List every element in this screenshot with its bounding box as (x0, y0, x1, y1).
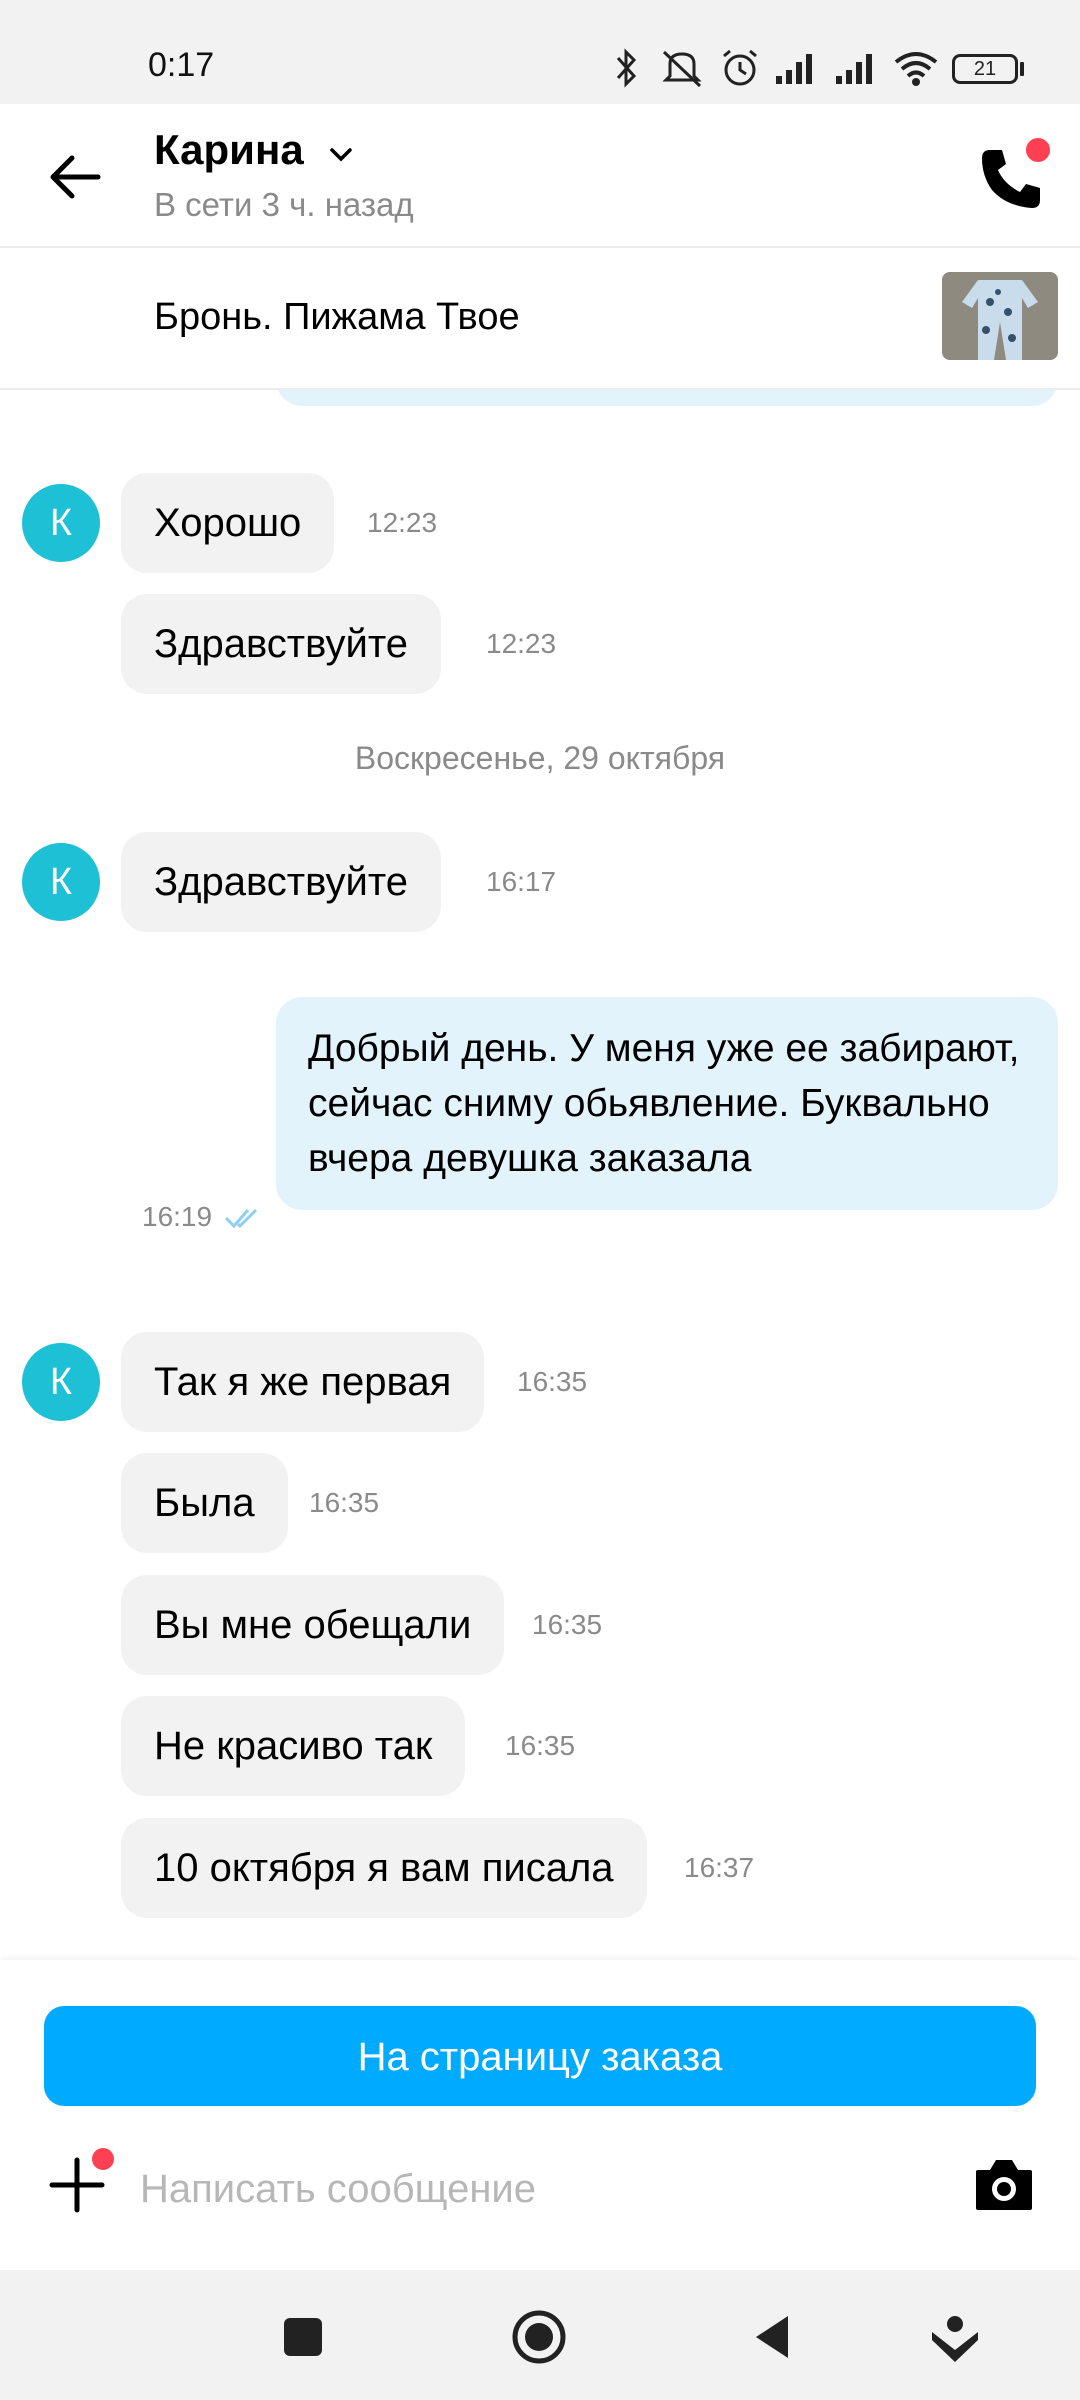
battery-level: 21 (973, 58, 997, 80)
outgoing-bubble-partial (276, 390, 1058, 406)
contact-status: В сети 3 ч. назад (154, 186, 414, 223)
status-time: 0:17 (148, 46, 215, 84)
incoming-message[interactable]: Здравствуйте (121, 594, 441, 694)
listing-thumbnail[interactable] (942, 272, 1058, 360)
message-time: 16:35 (532, 1609, 603, 1640)
date-separator: Воскресенье, 29 октября (354, 740, 726, 776)
status-bar: 0:17 21 (0, 0, 1080, 104)
signal-icon (836, 54, 872, 84)
message-input[interactable] (138, 2148, 942, 2230)
chat-header: Карина В сети 3 ч. назад (0, 104, 1080, 248)
camera-icon[interactable] (974, 2156, 1034, 2212)
signal-icon (776, 54, 812, 84)
composer-panel: На страницу заказа (0, 1960, 1080, 2270)
battery-icon: 21 (952, 54, 1018, 84)
outgoing-message[interactable]: Добрый день. У меня уже ее забирают, сей… (276, 997, 1058, 1210)
listing-bar[interactable]: Бронь. Пижама Твое (0, 248, 1080, 390)
incoming-message[interactable]: Так я же первая (121, 1332, 485, 1432)
contact-name[interactable]: Карина (154, 126, 304, 174)
mute-icon (662, 50, 702, 88)
battery-tip (1020, 62, 1024, 76)
message-time: 16:17 (486, 866, 557, 897)
wifi-icon (894, 52, 938, 86)
system-nav-bar (0, 2270, 1080, 2400)
message-time: 12:23 (486, 628, 557, 659)
message-time: 12:23 (367, 507, 438, 538)
home-icon[interactable] (508, 2306, 570, 2368)
incoming-message[interactable]: Здравствуйте (121, 832, 441, 932)
message-time: 16:37 (684, 1852, 755, 1883)
alarm-icon (723, 49, 757, 86)
chevron-down-icon[interactable] (328, 142, 354, 168)
back-icon[interactable] (744, 2306, 806, 2368)
bluetooth-icon (616, 48, 637, 88)
incoming-message[interactable]: Не красиво так (121, 1696, 466, 1796)
avatar[interactable]: К (22, 484, 100, 562)
avatar[interactable]: К (22, 1343, 100, 1421)
message-time: 16:35 (505, 1730, 576, 1761)
incoming-message[interactable]: 10 октября я вам писала (121, 1818, 647, 1918)
listing-title[interactable]: Бронь. Пижама Твое (154, 296, 520, 339)
incoming-message[interactable]: Хорошо (121, 473, 335, 573)
message-time: 16:35 (309, 1487, 380, 1518)
call-notification-dot (1026, 138, 1050, 162)
attach-notification-dot (92, 2148, 114, 2170)
assistant-icon[interactable] (924, 2306, 986, 2368)
recents-icon[interactable] (272, 2306, 334, 2368)
order-page-button[interactable]: На страницу заказа (44, 2006, 1036, 2106)
message-time: 16:35 (517, 1366, 588, 1397)
chat-area[interactable]: К Хорошо 12:23 Здравствуйте 12:23 Воскре… (0, 390, 1080, 1958)
arrow-left-icon[interactable] (42, 144, 108, 210)
avatar[interactable]: К (22, 843, 100, 921)
incoming-message[interactable]: Вы мне обещали (121, 1575, 505, 1675)
incoming-message[interactable]: Была (121, 1453, 288, 1553)
read-check-icon (224, 1208, 258, 1229)
message-time: 16:19 (142, 1201, 213, 1232)
